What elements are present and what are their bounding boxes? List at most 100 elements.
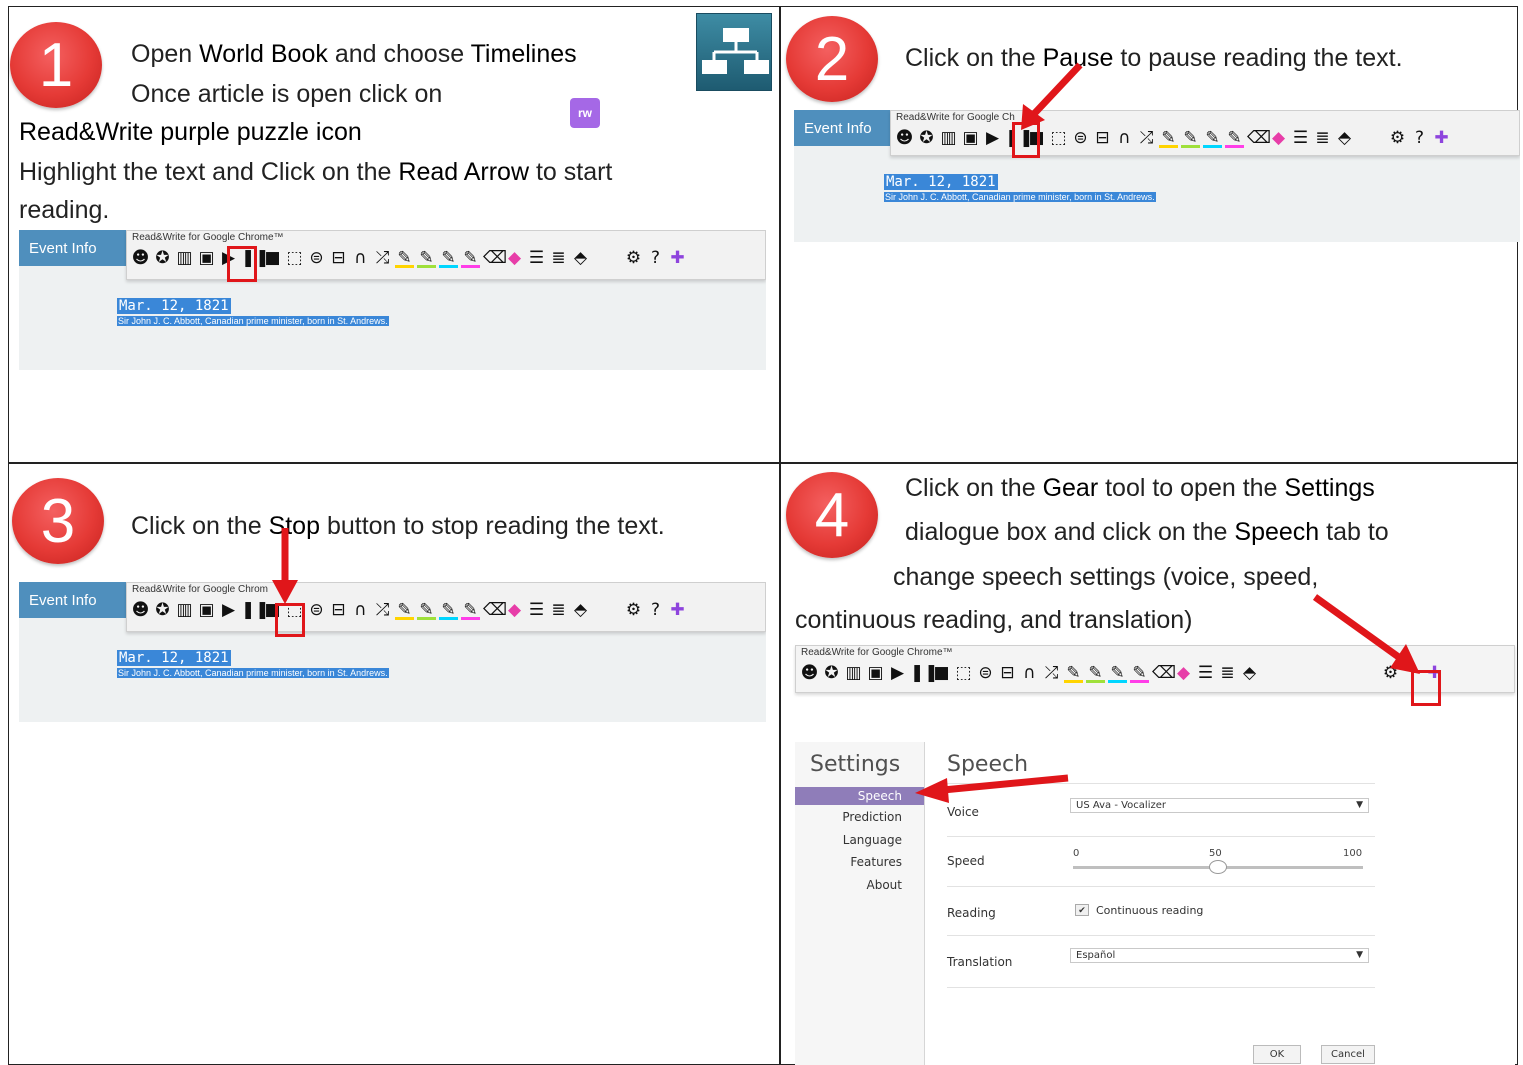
speech-input-icon[interactable]: ⊟ (1093, 128, 1112, 148)
highlight-green-icon[interactable]: ✎ (1181, 128, 1200, 148)
predict-icon[interactable]: ✪ (153, 600, 172, 620)
clear-highlights-icon[interactable]: ⌫ (483, 248, 507, 268)
simplify-icon[interactable]: ⬘ (1240, 663, 1259, 683)
picture-dictionary-icon[interactable]: ▣ (961, 128, 980, 148)
audio-maker-icon[interactable]: ⊜ (976, 663, 995, 683)
highlight-blue-icon[interactable]: ✎ (1203, 128, 1222, 148)
translator-icon[interactable]: ⤮ (1042, 663, 1061, 683)
highlight-pink-icon[interactable]: ✎ (1130, 663, 1149, 683)
listen-icon[interactable]: ∩ (351, 248, 370, 268)
dictionary-icon[interactable]: ▥ (175, 600, 194, 620)
speed-slider-thumb[interactable] (1209, 860, 1227, 874)
stop-icon[interactable]: ■ (932, 663, 951, 683)
highlight-yellow-icon[interactable]: ✎ (395, 248, 414, 268)
event-info-tab[interactable]: Event Info (19, 582, 126, 618)
collect-highlights-icon[interactable]: ◆ (1174, 663, 1193, 683)
translator-icon[interactable]: ⤮ (373, 600, 392, 620)
settings-gear-icon[interactable]: ⚙ (624, 600, 643, 620)
collect-highlights-icon[interactable]: ◆ (1269, 128, 1288, 148)
rw-puzzle-icon[interactable]: ✚ (668, 600, 687, 620)
highlight-yellow-icon[interactable]: ✎ (1159, 128, 1178, 148)
web-search-icon[interactable]: ≣ (1218, 663, 1237, 683)
web-search-icon[interactable]: ≣ (549, 600, 568, 620)
clear-highlights-icon[interactable]: ⌫ (1247, 128, 1271, 148)
vocabulary-icon[interactable]: ☰ (1291, 128, 1310, 148)
help-icon[interactable]: ? (646, 248, 665, 268)
highlight-green-icon[interactable]: ✎ (417, 248, 436, 268)
speech-input-icon[interactable]: ⊟ (998, 663, 1017, 683)
highlight-yellow-icon[interactable]: ✎ (395, 600, 414, 620)
pause-icon[interactable]: ❚❚ (241, 600, 270, 620)
highlight-pink-icon[interactable]: ✎ (461, 248, 480, 268)
dictionary-icon[interactable]: ▥ (939, 128, 958, 148)
listen-icon[interactable]: ∩ (351, 600, 370, 620)
highlight-yellow-icon[interactable]: ✎ (1064, 663, 1083, 683)
screenshot-reader-icon[interactable]: ⬚ (954, 663, 973, 683)
settings-gear-icon[interactable]: ⚙ (624, 248, 643, 268)
step-number: 2 (814, 25, 850, 94)
predict-icon[interactable]: ✪ (153, 248, 172, 268)
picture-dictionary-icon[interactable]: ▣ (197, 600, 216, 620)
highlight-blue-icon[interactable]: ✎ (439, 248, 458, 268)
screenshot-reader-icon[interactable]: ⬚ (285, 248, 304, 268)
talking-head-icon[interactable]: ☻ (131, 248, 150, 268)
cancel-button[interactable]: Cancel (1321, 1045, 1375, 1064)
rw-puzzle-icon[interactable]: ✚ (1432, 128, 1451, 148)
speech-input-icon[interactable]: ⊟ (329, 600, 348, 620)
help-icon[interactable]: ? (1410, 128, 1429, 148)
simplify-icon[interactable]: ⬘ (571, 600, 590, 620)
web-search-icon[interactable]: ≣ (549, 248, 568, 268)
ok-button[interactable]: OK (1253, 1045, 1301, 1064)
highlight-green-icon[interactable]: ✎ (417, 600, 436, 620)
audio-maker-icon[interactable]: ⊜ (307, 248, 326, 268)
web-search-icon[interactable]: ≣ (1313, 128, 1332, 148)
vocabulary-icon[interactable]: ☰ (1196, 663, 1215, 683)
highlight-blue-icon[interactable]: ✎ (1108, 663, 1127, 683)
dictionary-icon[interactable]: ▥ (844, 663, 863, 683)
play-icon[interactable]: ▶ (219, 600, 238, 620)
collect-highlights-icon[interactable]: ◆ (505, 600, 524, 620)
nav-features[interactable]: Features (850, 855, 902, 869)
event-info-tab[interactable]: Event Info (19, 230, 126, 266)
vocabulary-icon[interactable]: ☰ (527, 248, 546, 268)
clear-highlights-icon[interactable]: ⌫ (1152, 663, 1176, 683)
picture-dictionary-icon[interactable]: ▣ (866, 663, 885, 683)
listen-icon[interactable]: ∩ (1115, 128, 1134, 148)
vocabulary-icon[interactable]: ☰ (527, 600, 546, 620)
simplify-icon[interactable]: ⬘ (1335, 128, 1354, 148)
listen-icon[interactable]: ∩ (1020, 663, 1039, 683)
dictionary-icon[interactable]: ▥ (175, 248, 194, 268)
highlight-pink-icon[interactable]: ✎ (1225, 128, 1244, 148)
talking-head-icon[interactable]: ☻ (131, 600, 150, 620)
nav-about[interactable]: About (867, 878, 902, 892)
talking-head-icon[interactable]: ☻ (800, 663, 819, 683)
simplify-icon[interactable]: ⬘ (571, 248, 590, 268)
event-info-tab[interactable]: Event Info (794, 110, 890, 146)
translation-select[interactable]: Español ▼ (1070, 948, 1369, 963)
speech-input-icon[interactable]: ⊟ (329, 248, 348, 268)
highlight-blue-icon[interactable]: ✎ (439, 600, 458, 620)
play-icon[interactable]: ▶ (983, 128, 1002, 148)
rw-puzzle-icon[interactable]: ✚ (668, 248, 687, 268)
nav-prediction[interactable]: Prediction (842, 810, 902, 824)
clear-highlights-icon[interactable]: ⌫ (483, 600, 507, 620)
nav-speech[interactable]: Speech (795, 787, 924, 805)
continuous-reading-checkbox[interactable]: ✔ (1075, 904, 1089, 916)
collect-highlights-icon[interactable]: ◆ (505, 248, 524, 268)
highlight-green-icon[interactable]: ✎ (1086, 663, 1105, 683)
help-icon[interactable]: ? (646, 600, 665, 620)
talking-head-icon[interactable]: ☻ (895, 128, 914, 148)
settings-gear-icon[interactable]: ⚙ (1388, 128, 1407, 148)
pause-icon[interactable]: ❚❚ (910, 663, 939, 683)
nav-language[interactable]: Language (843, 833, 902, 847)
audio-maker-icon[interactable]: ⊜ (307, 600, 326, 620)
picture-dictionary-icon[interactable]: ▣ (197, 248, 216, 268)
translator-icon[interactable]: ⤮ (373, 248, 392, 268)
predict-icon[interactable]: ✪ (917, 128, 936, 148)
translator-icon[interactable]: ⤮ (1137, 128, 1156, 148)
play-icon[interactable]: ▶ (888, 663, 907, 683)
stop-icon[interactable]: ■ (263, 248, 282, 268)
predict-icon[interactable]: ✪ (822, 663, 841, 683)
highlight-pink-icon[interactable]: ✎ (461, 600, 480, 620)
voice-select[interactable]: US Ava - Vocalizer ▼ (1070, 798, 1369, 813)
